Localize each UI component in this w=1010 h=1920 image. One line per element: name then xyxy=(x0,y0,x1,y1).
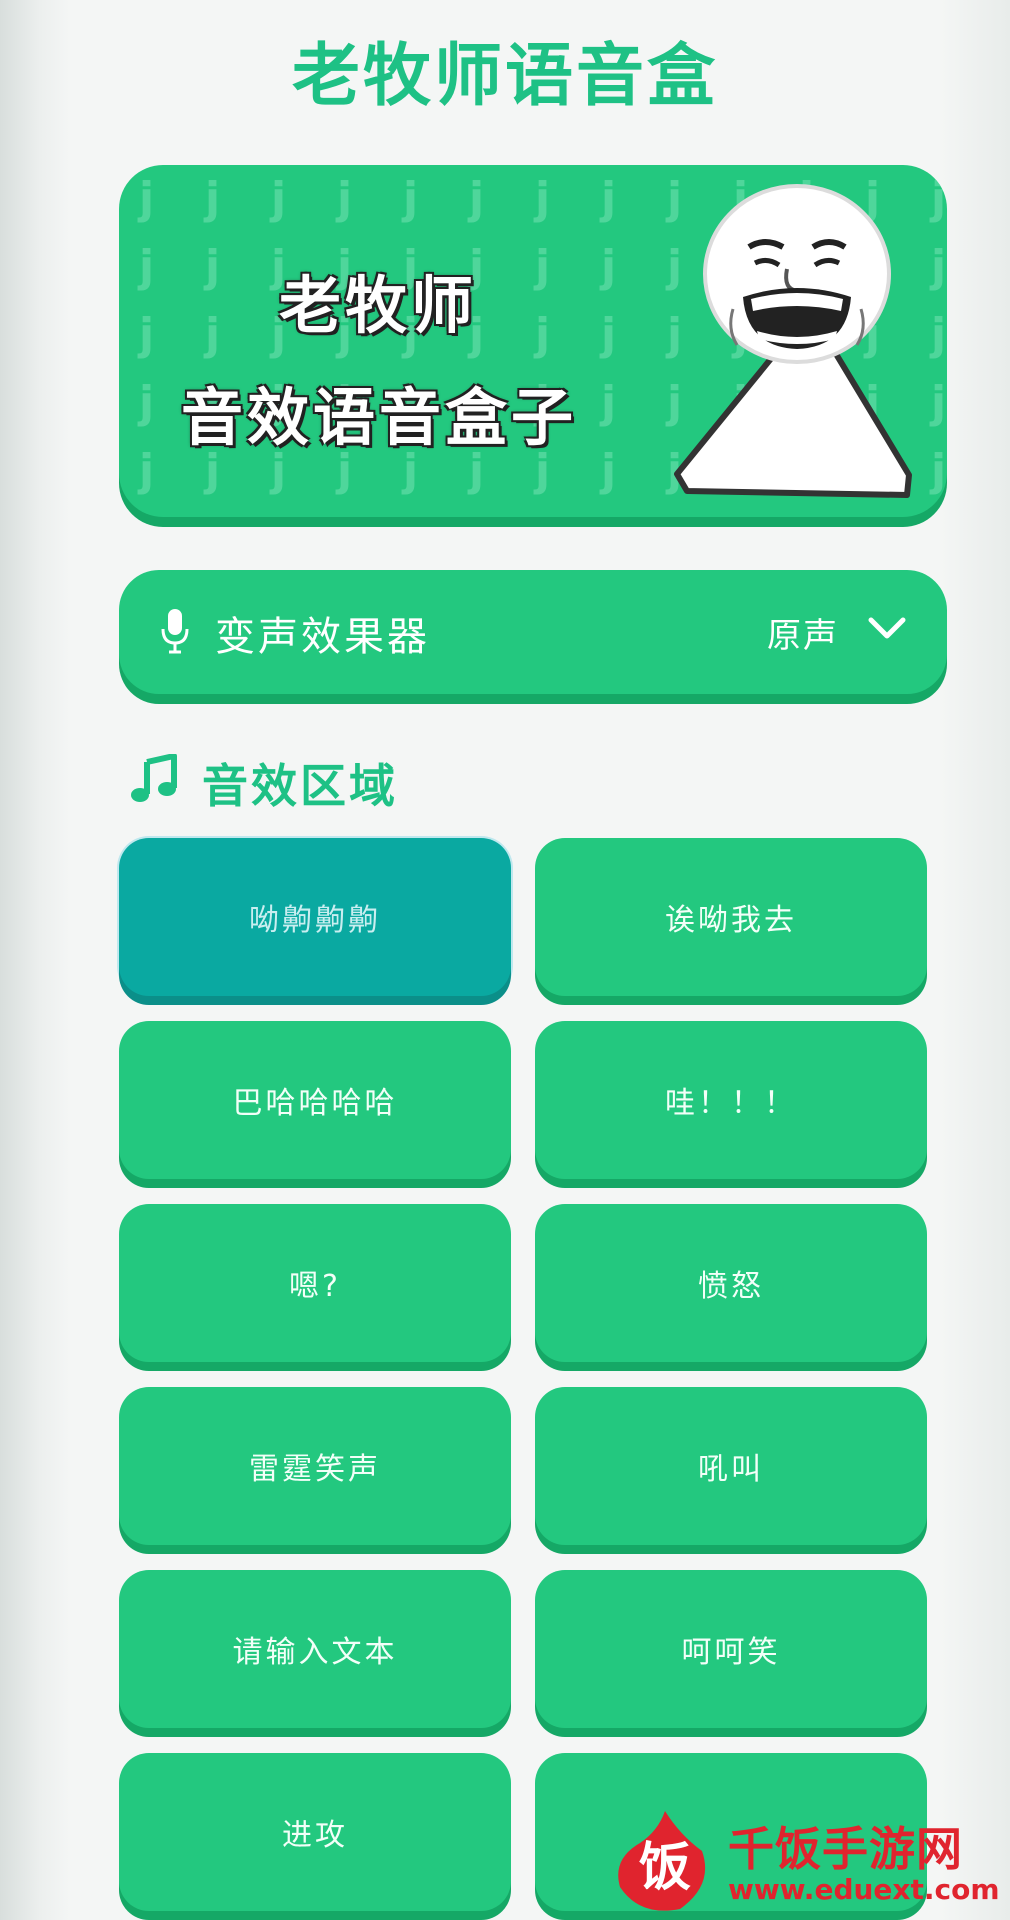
watermark-logo-icon: 饭 xyxy=(618,1811,706,1911)
svg-text:饭: 饭 xyxy=(639,1838,691,1898)
meme-face-image xyxy=(674,184,912,498)
watermark-url: www.eduext.com xyxy=(728,1873,1000,1906)
sound-button[interactable]: 吼叫 xyxy=(535,1387,927,1545)
site-watermark: 饭 千饭手游网 www.eduext.com xyxy=(610,1795,1010,1920)
sound-button[interactable]: 呵呵笑 xyxy=(535,1570,927,1728)
sound-button[interactable]: 进攻 xyxy=(119,1753,511,1911)
sound-button[interactable]: 哇！！！ xyxy=(535,1021,927,1179)
sound-button[interactable]: 嗯? xyxy=(119,1204,511,1362)
app-title: 老牧师语音盒 xyxy=(291,37,718,116)
mic-icon xyxy=(161,609,189,654)
banner-title: 老牧师 xyxy=(279,269,478,342)
sound-button[interactable]: 呦齁齁齁 xyxy=(119,838,511,996)
sound-button[interactable]: 诶呦我去 xyxy=(535,838,927,996)
watermark-name: 千饭手游网 xyxy=(728,1822,963,1876)
banner-subtitle: 音效语音盒子 xyxy=(181,381,578,454)
sound-button[interactable]: 巴哈哈哈哈 xyxy=(119,1021,511,1179)
sound-button[interactable]: 雷霆笑声 xyxy=(119,1387,511,1545)
voice-changer-dropdown[interactable]: 变声效果器 原声 xyxy=(119,570,947,694)
sound-button[interactable]: 愤怒 xyxy=(535,1204,927,1362)
section-title: 音效区域 xyxy=(202,759,398,813)
voice-changer-label: 变声效果器 xyxy=(215,614,430,660)
app-screen: 老牧师语音盒 j 老牧师 音效语音盒子 xyxy=(0,0,1010,1920)
banner: j 老牧师 音效语音盒子 xyxy=(119,165,947,517)
voice-changer-value: 原声 xyxy=(767,616,839,656)
sound-button[interactable]: 请输入文本 xyxy=(119,1570,511,1728)
chevron-down-icon[interactable] xyxy=(867,614,907,644)
music-note-icon xyxy=(131,754,177,802)
